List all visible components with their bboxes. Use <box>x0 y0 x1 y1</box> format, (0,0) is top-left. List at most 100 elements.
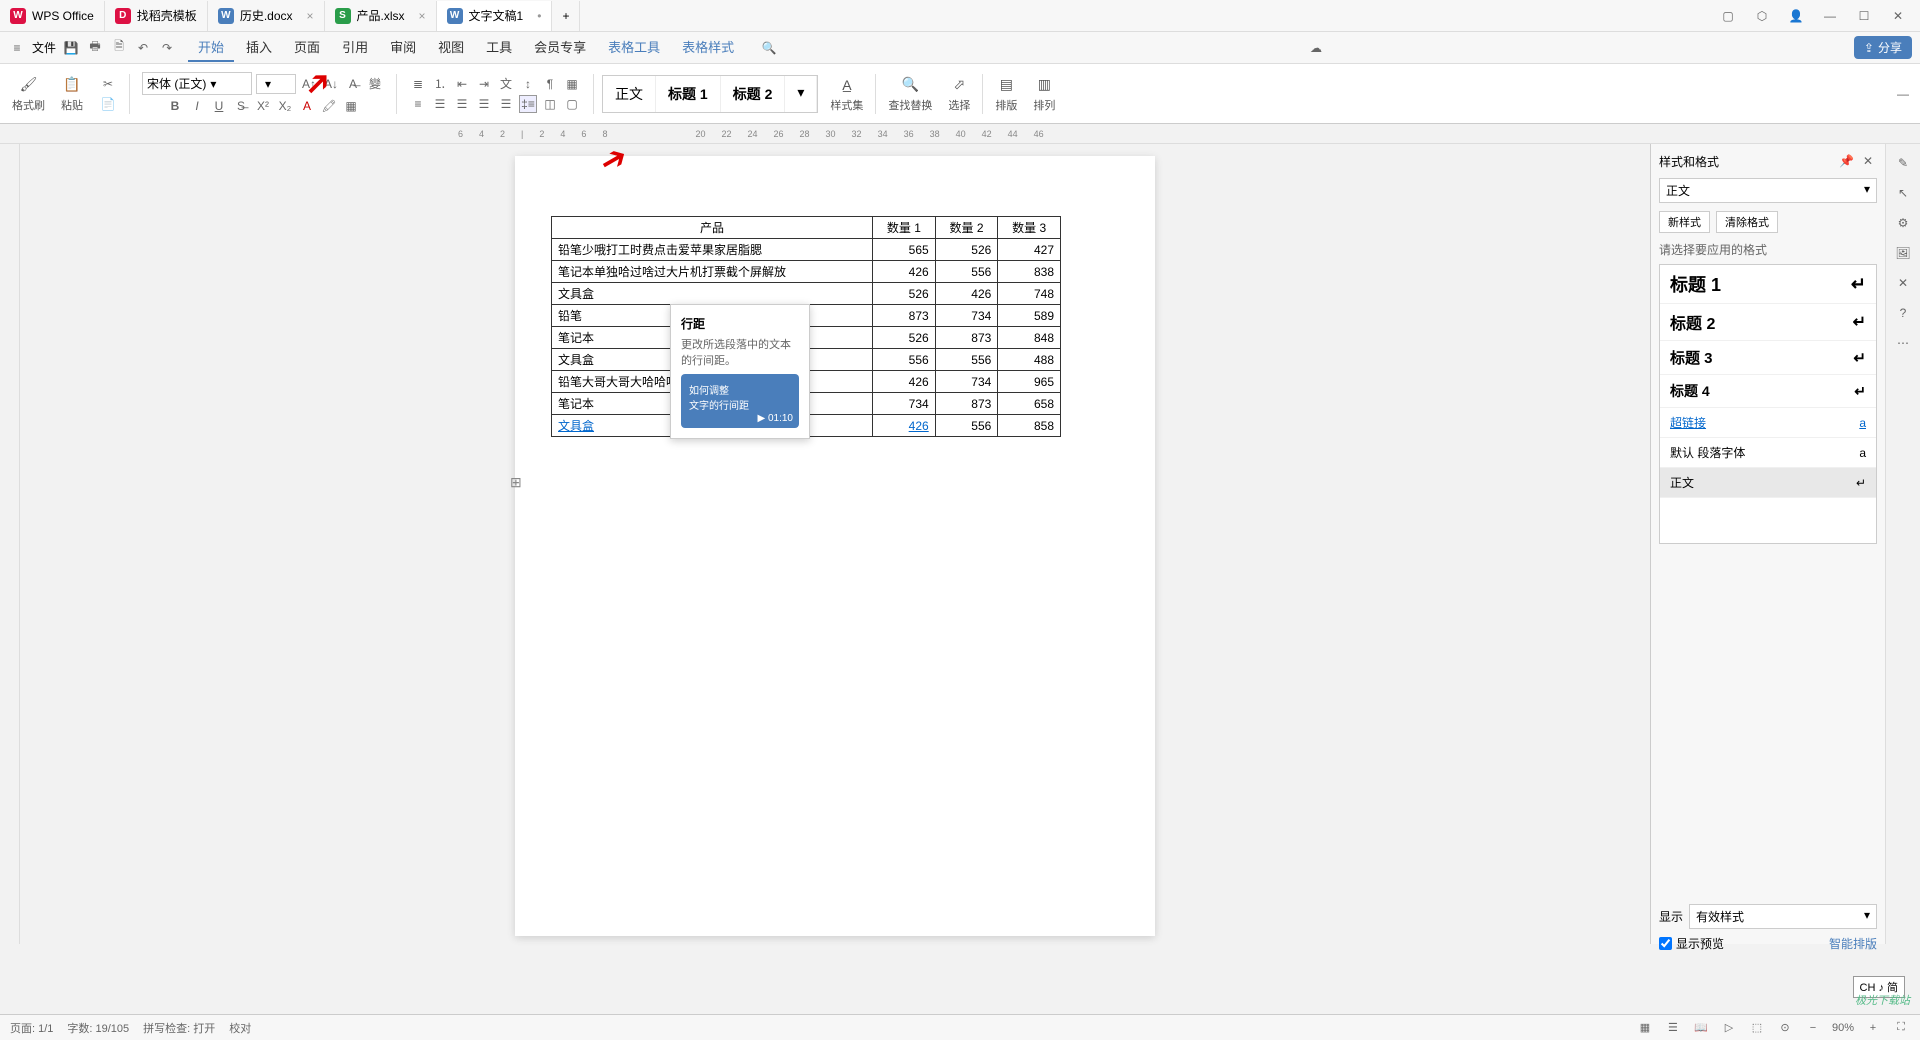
align-left-icon[interactable]: ≡ <box>409 95 427 113</box>
pin-icon[interactable]: 📌 <box>1838 152 1856 170</box>
smart-layout-link[interactable]: 智能排版 <box>1829 935 1877 952</box>
sort-icon[interactable]: ↕ <box>519 75 537 93</box>
text-direction-icon[interactable]: 文 <box>497 75 515 93</box>
tab-template[interactable]: D 找稻壳模板 <box>105 1 208 31</box>
th-qty2[interactable]: 数量 2 <box>935 217 998 239</box>
hamburger-icon[interactable]: ≡ <box>8 39 26 57</box>
align-right-icon[interactable]: ☰ <box>453 95 471 113</box>
find-replace-button[interactable]: 🔍 查找替换 <box>884 73 936 115</box>
share-button[interactable]: ⇪ 分享 <box>1854 36 1912 59</box>
preview-checkbox[interactable]: 显示预览 智能排版 <box>1659 935 1877 952</box>
style-item-default[interactable]: 默认 段落字体a <box>1660 438 1876 468</box>
tools-icon[interactable]: ✕ <box>1894 274 1912 292</box>
app-logo[interactable]: W WPS Office <box>0 1 105 31</box>
tab-history[interactable]: W 历史.docx × <box>208 1 325 31</box>
settings-icon[interactable]: ⚙ <box>1894 214 1912 232</box>
view-web-icon[interactable]: ▷ <box>1720 1019 1738 1037</box>
highlight-icon[interactable]: 🖍 <box>320 97 338 115</box>
menu-member[interactable]: 会员专享 <box>524 33 596 62</box>
view-print-icon[interactable]: ▦ <box>1636 1019 1654 1037</box>
menu-page[interactable]: 页面 <box>284 33 330 62</box>
mark-icon[interactable]: ¶ <box>541 75 559 93</box>
menu-table-tools[interactable]: 表格工具 <box>598 33 670 62</box>
fullscreen-icon[interactable]: ⛶ <box>1892 1019 1910 1037</box>
font-select[interactable]: 宋体 (正文)▾ <box>142 72 252 95</box>
table-handle-icon[interactable]: ⊞ <box>510 474 522 491</box>
document-canvas[interactable]: ⊞ 产品 数量 1 数量 2 数量 3 铅笔少哦打工时费点击爱苹果家居脂腮565… <box>20 144 1650 944</box>
clear-format-icon[interactable]: A̶ <box>344 75 362 93</box>
tab-product[interactable]: S 产品.xlsx × <box>325 1 437 31</box>
size-select[interactable]: ▾ <box>256 74 296 94</box>
close-icon[interactable]: × <box>419 9 426 23</box>
style-h2[interactable]: 标题 2 <box>721 76 786 112</box>
close-window-icon[interactable]: ✕ <box>1884 4 1912 28</box>
indent-icon[interactable]: ⇥ <box>475 75 493 93</box>
th-qty3[interactable]: 数量 3 <box>998 217 1061 239</box>
th-qty1[interactable]: 数量 1 <box>873 217 936 239</box>
status-spell[interactable]: 拼写检查: 打开 <box>143 1020 215 1036</box>
copy-icon[interactable]: 📄 <box>99 95 117 113</box>
view-outline-icon[interactable]: ☰ <box>1664 1019 1682 1037</box>
search-icon[interactable]: 🔍 <box>760 39 778 57</box>
preview-icon[interactable]: 🗎 <box>110 39 128 57</box>
style-normal[interactable]: 正文 <box>603 76 656 112</box>
align-center-icon[interactable]: ☰ <box>431 95 449 113</box>
cube-icon[interactable]: ⬡ <box>1748 4 1776 28</box>
close-icon[interactable]: × <box>307 9 314 23</box>
phonetic-icon[interactable]: 變 <box>366 75 384 93</box>
style-item-h2[interactable]: 标题 2↵ <box>1660 304 1876 341</box>
menu-tools[interactable]: 工具 <box>476 33 522 62</box>
bullets-icon[interactable]: ≣ <box>409 75 427 93</box>
status-page[interactable]: 页面: 1/1 <box>10 1020 53 1036</box>
shading-icon[interactable]: ◫ <box>541 95 559 113</box>
grow-font-icon[interactable]: A↑ <box>300 75 318 93</box>
select-button[interactable]: ⬀ 选择 <box>944 73 974 115</box>
menu-table-style[interactable]: 表格样式 <box>672 33 744 62</box>
image-icon[interactable]: 🖼 <box>1894 244 1912 262</box>
outdent-icon[interactable]: ⇤ <box>453 75 471 93</box>
style-item-normal[interactable]: 正文↵ <box>1660 468 1876 498</box>
style-h1[interactable]: 标题 1 <box>656 76 721 112</box>
style-item-h4[interactable]: 标题 4↵ <box>1660 375 1876 408</box>
avatar-icon[interactable]: 👤 <box>1782 4 1810 28</box>
subscript-icon[interactable]: X₂ <box>276 97 294 115</box>
shade-icon[interactable]: ▦ <box>342 97 360 115</box>
italic-icon[interactable]: I <box>188 97 206 115</box>
status-proof[interactable]: 校对 <box>229 1020 251 1036</box>
menu-ref[interactable]: 引用 <box>332 33 378 62</box>
close-icon[interactable]: • <box>537 9 541 23</box>
new-tab[interactable]: + <box>552 1 580 31</box>
status-words[interactable]: 字数: 19/105 <box>67 1020 129 1036</box>
clear-format-button[interactable]: 清除格式 <box>1716 211 1778 233</box>
superscript-icon[interactable]: X² <box>254 97 272 115</box>
style-gallery[interactable]: 正文 标题 1 标题 2 ▾ <box>602 75 818 113</box>
file-menu[interactable]: 文件 <box>32 39 56 56</box>
show-select[interactable]: 有效样式▾ <box>1689 904 1877 929</box>
cursor-icon[interactable]: ↖ <box>1894 184 1912 202</box>
layout-button[interactable]: ▤ 排版 <box>991 73 1021 115</box>
zoom-level[interactable]: 90% <box>1832 1022 1854 1034</box>
border-icon[interactable]: ▦ <box>563 75 581 93</box>
view-read-icon[interactable]: 📖 <box>1692 1019 1710 1037</box>
shrink-font-icon[interactable]: A↓ <box>322 75 340 93</box>
menu-view[interactable]: 视图 <box>428 33 474 62</box>
cloud-icon[interactable]: ☁ <box>1307 39 1325 57</box>
save-icon[interactable]: 💾 <box>62 39 80 57</box>
tooltip-video[interactable]: 如何调整 文字的行间距 ▶ 01:10 <box>681 374 799 428</box>
gallery-more-icon[interactable]: ▾ <box>785 76 817 112</box>
borders-icon[interactable]: ▢ <box>563 95 581 113</box>
format-painter-button[interactable]: 🖌 格式刷 <box>8 73 49 115</box>
close-pane-icon[interactable]: ✕ <box>1859 152 1877 170</box>
numbering-icon[interactable]: ⒈ <box>431 75 449 93</box>
minimize-icon[interactable]: — <box>1816 4 1844 28</box>
menu-insert[interactable]: 插入 <box>236 33 282 62</box>
style-item-h1[interactable]: 标题 1↵ <box>1660 265 1876 304</box>
th-product[interactable]: 产品 <box>552 217 873 239</box>
zoom-in-icon[interactable]: + <box>1864 1019 1882 1037</box>
zoom-fit-icon[interactable]: ⊙ <box>1776 1019 1794 1037</box>
window-multi-icon[interactable]: ▢ <box>1714 4 1742 28</box>
help-icon[interactable]: ? <box>1894 304 1912 322</box>
line-spacing-icon[interactable]: ‡≡ <box>519 95 537 113</box>
style-item-h3[interactable]: 标题 3↵ <box>1660 341 1876 375</box>
style-item-link[interactable]: 超链接a <box>1660 408 1876 438</box>
